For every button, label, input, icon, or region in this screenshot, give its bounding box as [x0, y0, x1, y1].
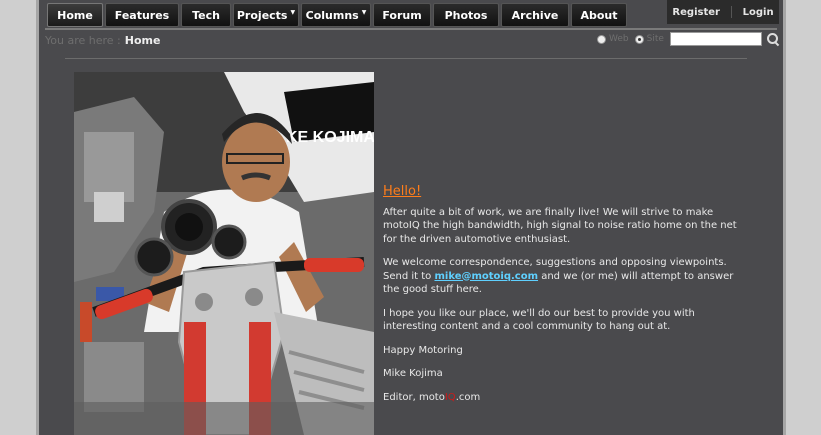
login-link[interactable]: Login [743, 7, 774, 18]
breadcrumb: You are here : Home [45, 34, 160, 47]
article-heading: Hello! [383, 184, 422, 199]
editor-photo-illustration: KE KOJIMA [74, 72, 374, 435]
search-bar: Web Site [597, 32, 780, 46]
dropdown-caret-icon: ▼ [361, 8, 367, 16]
content-divider [65, 58, 747, 59]
author-title: Editor, motoIQ.com [383, 391, 481, 403]
nav-tech[interactable]: Tech [181, 3, 231, 27]
register-link[interactable]: Register [672, 7, 720, 18]
search-input[interactable] [669, 32, 762, 46]
account-links: Register Login [667, 0, 779, 24]
nav-home[interactable]: Home [47, 3, 103, 27]
email-link[interactable]: mike@motoiq.com [434, 271, 538, 282]
welcome-article: Hello! After quite a bit of work, we are… [383, 185, 743, 414]
nav-photos[interactable]: Photos [433, 3, 499, 27]
nav-columns[interactable]: Columns ▼ [301, 3, 371, 27]
breadcrumb-prefix: You are here : [45, 34, 121, 47]
nav-divider [45, 28, 777, 30]
article-paragraph: I hope you like our place, we'll do our … [383, 307, 695, 333]
nav-projects[interactable]: Projects ▼ [233, 3, 299, 27]
nav-forum[interactable]: Forum [373, 3, 431, 27]
nav-archive[interactable]: Archive [501, 3, 569, 27]
article-paragraph: After quite a bit of work, we are finall… [383, 206, 737, 245]
main-nav: Home Features Tech Projects ▼ Columns ▼ Fo… [47, 3, 627, 27]
article-paragraph-contact: We welcome correspondence, suggestions a… [383, 257, 734, 295]
divider [730, 6, 732, 18]
editor-photo: KE KOJIMA [74, 72, 374, 435]
author-name: Mike Kojima [383, 368, 443, 379]
page-container: Home Features Tech Projects ▼ Columns ▼ Fo… [36, 0, 786, 435]
radio-web[interactable] [597, 34, 606, 44]
nav-about[interactable]: About [571, 3, 627, 27]
brand-iq: IQ [444, 391, 456, 403]
search-option-web[interactable]: Web [597, 34, 629, 44]
shirt-text: KE KOJIMA [286, 129, 374, 146]
nav-features[interactable]: Features [105, 3, 179, 27]
dropdown-caret-icon: ▼ [290, 8, 296, 16]
breadcrumb-current[interactable]: Home [125, 34, 161, 47]
search-option-site[interactable]: Site [634, 34, 664, 44]
radio-site[interactable] [634, 34, 644, 44]
sign-off: Happy Motoring [383, 344, 463, 356]
search-icon[interactable] [766, 32, 780, 46]
